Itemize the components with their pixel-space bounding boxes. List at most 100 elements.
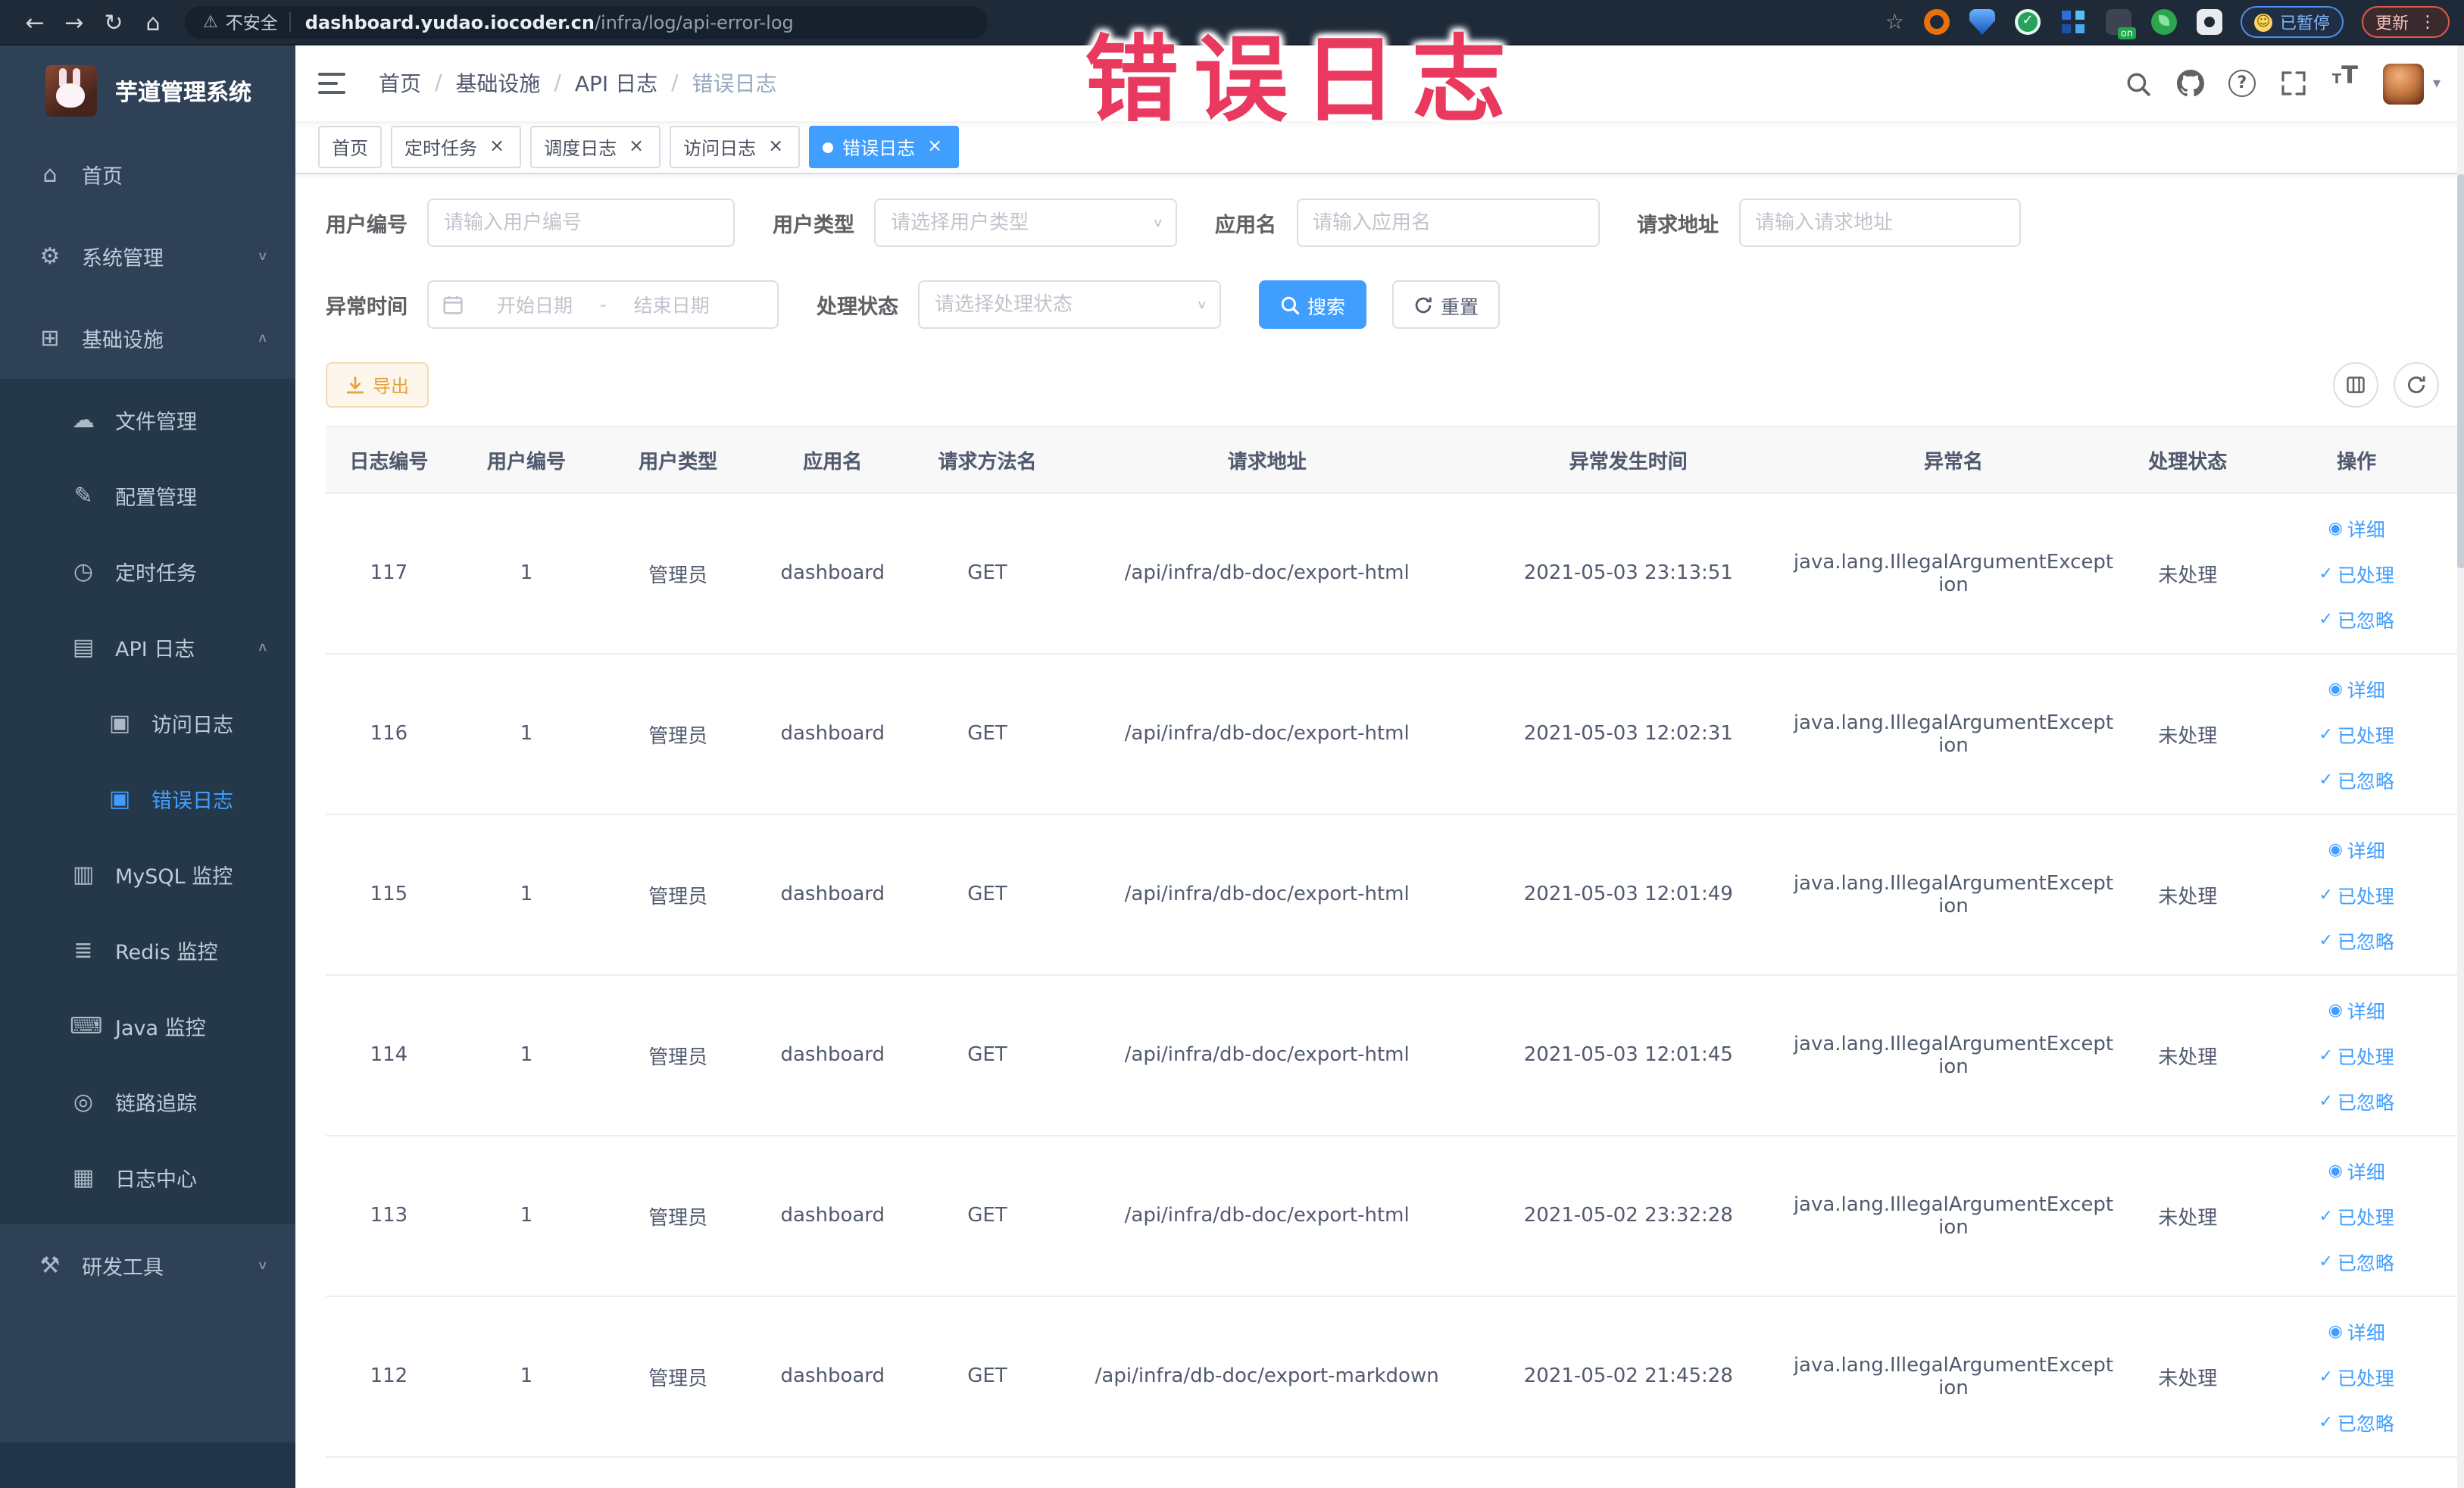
action-processed-link[interactable]: ✓ 已处理	[2319, 559, 2394, 588]
action-detail-link[interactable]: ◉ 详细	[2328, 996, 2385, 1024]
window-scrollbar[interactable]	[2457, 45, 2464, 1488]
action-detail-link[interactable]: ◉ 详细	[2328, 1317, 2385, 1346]
sidebar-item-redis-monitor[interactable]: ≣ Redis 监控	[0, 912, 295, 988]
font-size-icon[interactable]: TT	[2322, 61, 2368, 106]
action-ignored-link[interactable]: ✓ 已忽略	[2319, 926, 2394, 955]
end-date-input[interactable]	[609, 292, 734, 317]
user-avatar[interactable]	[2382, 63, 2424, 104]
paused-badge[interactable]: ☺ 已暂停	[2241, 6, 2344, 38]
extension-icon-grid[interactable]	[2060, 9, 2086, 35]
browser-back-icon[interactable]: ←	[15, 8, 55, 36]
action-detail-link[interactable]: ◉ 详细	[2328, 674, 2385, 703]
action-processed-link[interactable]: ✓ 已处理	[2319, 1041, 2394, 1070]
sidebar-item-system-mgmt[interactable]: ⚙ 系统管理 ∨	[0, 215, 295, 297]
search-icon[interactable]	[2116, 61, 2162, 106]
bookmark-star-icon[interactable]: ☆	[1885, 10, 1904, 34]
browser-forward-icon[interactable]: →	[55, 8, 94, 36]
address-bar[interactable]: ⚠ 不安全 dashboard.yudao.iocoder.cn/infra/l…	[185, 5, 988, 39]
breadcrumb-item-3[interactable]: API 日志	[575, 68, 657, 98]
avatar-caret-down-icon[interactable]: ▾	[2433, 75, 2441, 92]
help-icon[interactable]: ?	[2219, 61, 2265, 106]
github-icon[interactable]	[2168, 61, 2213, 106]
cell-status: 未处理	[2119, 814, 2256, 976]
extension-icon-shield[interactable]	[1969, 9, 1995, 35]
table-row: 113 1 管理员 dashboard GET/api/infra/db-doc/exp…	[326, 1136, 2457, 1297]
sidebar-item-trace[interactable]: ◎ 链路追踪	[0, 1064, 295, 1139]
browser-home-icon[interactable]: ⌂	[133, 8, 173, 36]
extension-icon-leaf[interactable]	[2151, 9, 2177, 35]
extension-icon-green-check[interactable]: ✓	[2015, 9, 2041, 35]
action-processed-link[interactable]: ✓ 已处理	[2319, 1362, 2394, 1391]
action-processed-link[interactable]: ✓ 已处理	[2319, 720, 2394, 749]
search-button[interactable]: 搜索	[1259, 280, 1367, 329]
sidebar-item-java-monitor[interactable]: ⌨ Java 监控	[0, 988, 295, 1064]
sidebar-item-mysql-monitor[interactable]: ▥ MySQL 监控	[0, 836, 295, 912]
action-detail-link[interactable]: ◉ 详细	[2328, 835, 2385, 864]
action-ignored-link[interactable]: ✓ 已忽略	[2319, 1408, 2394, 1436]
export-button[interactable]: 导出	[326, 362, 429, 408]
browser-update-button[interactable]: 更新 ⋮	[2362, 6, 2450, 38]
sidebar-item-dev-tools[interactable]: ⚒ 研发工具 ∨	[0, 1224, 295, 1306]
action-ignored-link[interactable]: ✓ 已忽略	[2319, 605, 2394, 633]
extension-icon-orange[interactable]	[1924, 9, 1950, 35]
user-type-select[interactable]	[874, 199, 1177, 247]
sidebar-item-error-log[interactable]: ▣ 错误日志	[0, 761, 295, 836]
tab-错误日志[interactable]: 错误日志 ×	[809, 126, 960, 168]
app-logo[interactable]: 芋道管理系统	[0, 45, 295, 133]
sidebar-item-label: 首页	[82, 165, 123, 189]
action-processed-link[interactable]: ✓ 已处理	[2319, 1202, 2394, 1230]
sidebar-item-access-log[interactable]: ▣ 访问日志	[0, 685, 295, 761]
action-detail-link[interactable]: ◉ 详细	[2328, 1156, 2385, 1185]
update-label: 更新	[2375, 13, 2409, 33]
app-name-input[interactable]	[1296, 199, 1599, 247]
sidebar-item-home[interactable]: ⌂ 首页	[0, 133, 295, 215]
tab-close-icon[interactable]: ×	[924, 136, 945, 158]
sidebar-item-config-mgmt[interactable]: ✎ 配置管理	[0, 458, 295, 533]
tab-close-icon[interactable]: ×	[486, 136, 507, 158]
tab-close-icon[interactable]: ×	[626, 136, 647, 158]
table-row: 117 1 管理员 dashboard GET/api/infra/db-doc/exp…	[326, 493, 2457, 655]
tab-close-icon[interactable]: ×	[765, 136, 786, 158]
fullscreen-icon[interactable]	[2271, 61, 2316, 106]
action-ignored-link[interactable]: ✓ 已忽略	[2319, 765, 2394, 794]
exception-time-range-picker[interactable]: -	[427, 280, 779, 329]
breadcrumb-item-2[interactable]: 基础设施	[455, 68, 540, 98]
column-settings-button[interactable]	[2333, 362, 2378, 408]
refresh-button[interactable]	[2394, 362, 2439, 408]
sidebar-item-scheduled-task[interactable]: ◷ 定时任务	[0, 533, 295, 609]
breadcrumb-item-1[interactable]: 首页	[379, 68, 421, 98]
tab-label: 定时任务	[404, 137, 478, 158]
sidebar-collapse-icon[interactable]	[318, 73, 345, 94]
tab-访问日志[interactable]: 访问日志 ×	[670, 126, 801, 168]
extension-icon-switch[interactable]: on	[2106, 9, 2136, 39]
infrastructure-icon: ⊞	[40, 324, 60, 352]
action-ignored-link[interactable]: ✓ 已忽略	[2319, 1086, 2394, 1115]
cell-status: 未处理	[2119, 654, 2256, 815]
action-detail-link[interactable]: ◉ 详细	[2328, 514, 2385, 542]
cell-exception: java.lang.IllegalArgumentException	[1787, 1296, 2120, 1458]
tab-调度日志[interactable]: 调度日志 ×	[530, 126, 661, 168]
sidebar-item-log-center[interactable]: ▦ 日志中心	[0, 1139, 295, 1215]
reset-button[interactable]: 重置	[1392, 280, 1501, 329]
url-divider	[289, 12, 292, 32]
browser-menu-kebab-icon[interactable]: ⋮	[2419, 12, 2436, 32]
process-status-select[interactable]	[918, 280, 1221, 329]
sidebar-item-file-mgmt[interactable]: ☁ 文件管理	[0, 382, 295, 458]
start-date-input[interactable]	[473, 292, 597, 317]
redis-monitor-icon: ≣	[73, 936, 93, 964]
tab-首页[interactable]: 首页	[318, 126, 383, 168]
action-processed-link[interactable]: ✓ 已处理	[2319, 880, 2394, 909]
sidebar-item-infrastructure[interactable]: ⊞ 基础设施 ∧	[0, 297, 295, 379]
cell-log_id: 116	[326, 654, 452, 815]
request-url-input[interactable]	[1738, 199, 2020, 247]
sidebar-item-api-log[interactable]: ▤ API 日志 ∧	[0, 609, 295, 685]
browser-reload-icon[interactable]: ↻	[94, 8, 133, 36]
scrollbar-thumb[interactable]	[2457, 174, 2464, 568]
user-id-input[interactable]	[427, 199, 735, 247]
action-ignored-link[interactable]: ✓ 已忽略	[2319, 1247, 2394, 1276]
tab-定时任务[interactable]: 定时任务 ×	[391, 126, 522, 168]
cell-app_name: dashboard	[755, 814, 910, 976]
check-icon: ✓	[2319, 1046, 2333, 1065]
extensions-puzzle-icon[interactable]	[2197, 9, 2222, 35]
cell-user_type: 管理员	[601, 493, 756, 655]
